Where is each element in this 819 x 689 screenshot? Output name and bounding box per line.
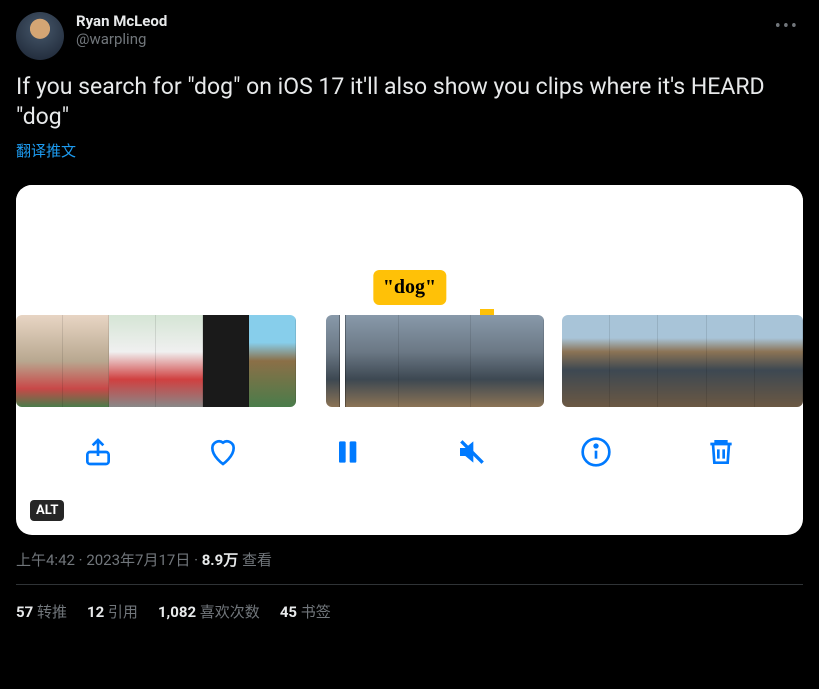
thumbnail — [203, 315, 250, 407]
thumbnail — [658, 315, 706, 407]
share-button[interactable] — [82, 436, 114, 468]
thumbnail — [707, 315, 755, 407]
media-card[interactable]: "dog" — [16, 185, 803, 535]
video-filmstrip[interactable] — [16, 315, 803, 407]
tweet-stats: 57 转推 12 引用 1,082 喜欢次数 45 书签 — [16, 585, 803, 638]
thumbnail — [755, 315, 803, 407]
views-count: 8.9万 — [202, 551, 239, 569]
bookmarks-label: 书签 — [301, 603, 331, 621]
thumbnail — [399, 315, 472, 407]
likes-count: 1,082 — [158, 603, 196, 621]
bookmarks-count: 45 — [280, 603, 297, 621]
pause-button[interactable] — [331, 436, 363, 468]
display-name[interactable]: Ryan McLeod — [76, 12, 759, 30]
thumbnail — [63, 315, 110, 407]
info-button[interactable] — [580, 436, 612, 468]
trash-icon — [705, 436, 737, 468]
clip-gap — [544, 315, 562, 407]
pause-icon — [331, 436, 363, 468]
thumbnail — [326, 315, 399, 407]
retweets-count: 57 — [16, 603, 33, 621]
media-top-area: "dog" — [16, 185, 803, 315]
thumbnail — [16, 315, 63, 407]
highlight-marker — [480, 309, 494, 315]
bookmarks-stat[interactable]: 45 书签 — [280, 601, 331, 622]
tweet-container: Ryan McLeod @warpling ••• If you search … — [0, 0, 819, 650]
video-controls — [16, 407, 803, 497]
thumbnail — [610, 315, 658, 407]
quotes-stat[interactable]: 12 引用 — [87, 601, 138, 622]
tweet-text: If you search for "dog" on iOS 17 it'll … — [16, 72, 803, 132]
thumbnail — [562, 315, 610, 407]
heart-icon — [207, 436, 239, 468]
thumbnail — [156, 315, 203, 407]
tweet-meta: 上午4:42 · 2023年7月17日 · 8.9万 查看 — [16, 549, 803, 570]
retweets-label: 转推 — [37, 603, 67, 621]
thumbnail — [109, 315, 156, 407]
quotes-label: 引用 — [108, 603, 138, 621]
mute-button[interactable] — [456, 436, 488, 468]
clip-group-3[interactable] — [562, 315, 803, 407]
like-button[interactable] — [207, 436, 239, 468]
more-icon: ••• — [775, 16, 799, 37]
clip-group-2[interactable] — [326, 315, 544, 407]
meta-separator: · — [194, 551, 202, 569]
search-highlight-label: "dog" — [373, 270, 446, 305]
more-button[interactable]: ••• — [771, 12, 803, 41]
mute-icon — [456, 436, 488, 468]
avatar[interactable] — [16, 12, 64, 60]
likes-label: 喜欢次数 — [200, 603, 260, 621]
views-label-text: 查看 — [242, 551, 272, 569]
trash-button[interactable] — [705, 436, 737, 468]
tweet-time[interactable]: 上午4:42 — [16, 551, 75, 569]
quotes-count: 12 — [87, 603, 104, 621]
likes-stat[interactable]: 1,082 喜欢次数 — [158, 601, 260, 622]
clip-group-1[interactable] — [16, 315, 296, 407]
share-icon — [82, 436, 114, 468]
alt-badge[interactable]: ALT — [30, 500, 64, 521]
tweet-header: Ryan McLeod @warpling ••• — [16, 12, 803, 60]
thumbnail — [471, 315, 544, 407]
clip-gap — [296, 315, 326, 407]
translate-link[interactable]: 翻译推文 — [16, 140, 76, 161]
retweets-stat[interactable]: 57 转推 — [16, 601, 67, 622]
avatar-image — [16, 12, 64, 60]
info-icon — [580, 436, 612, 468]
user-info: Ryan McLeod @warpling — [76, 12, 759, 48]
user-handle[interactable]: @warpling — [76, 30, 759, 48]
playhead[interactable] — [340, 315, 345, 407]
tweet-date[interactable]: 2023年7月17日 — [86, 551, 190, 569]
thumbnail — [249, 315, 296, 407]
